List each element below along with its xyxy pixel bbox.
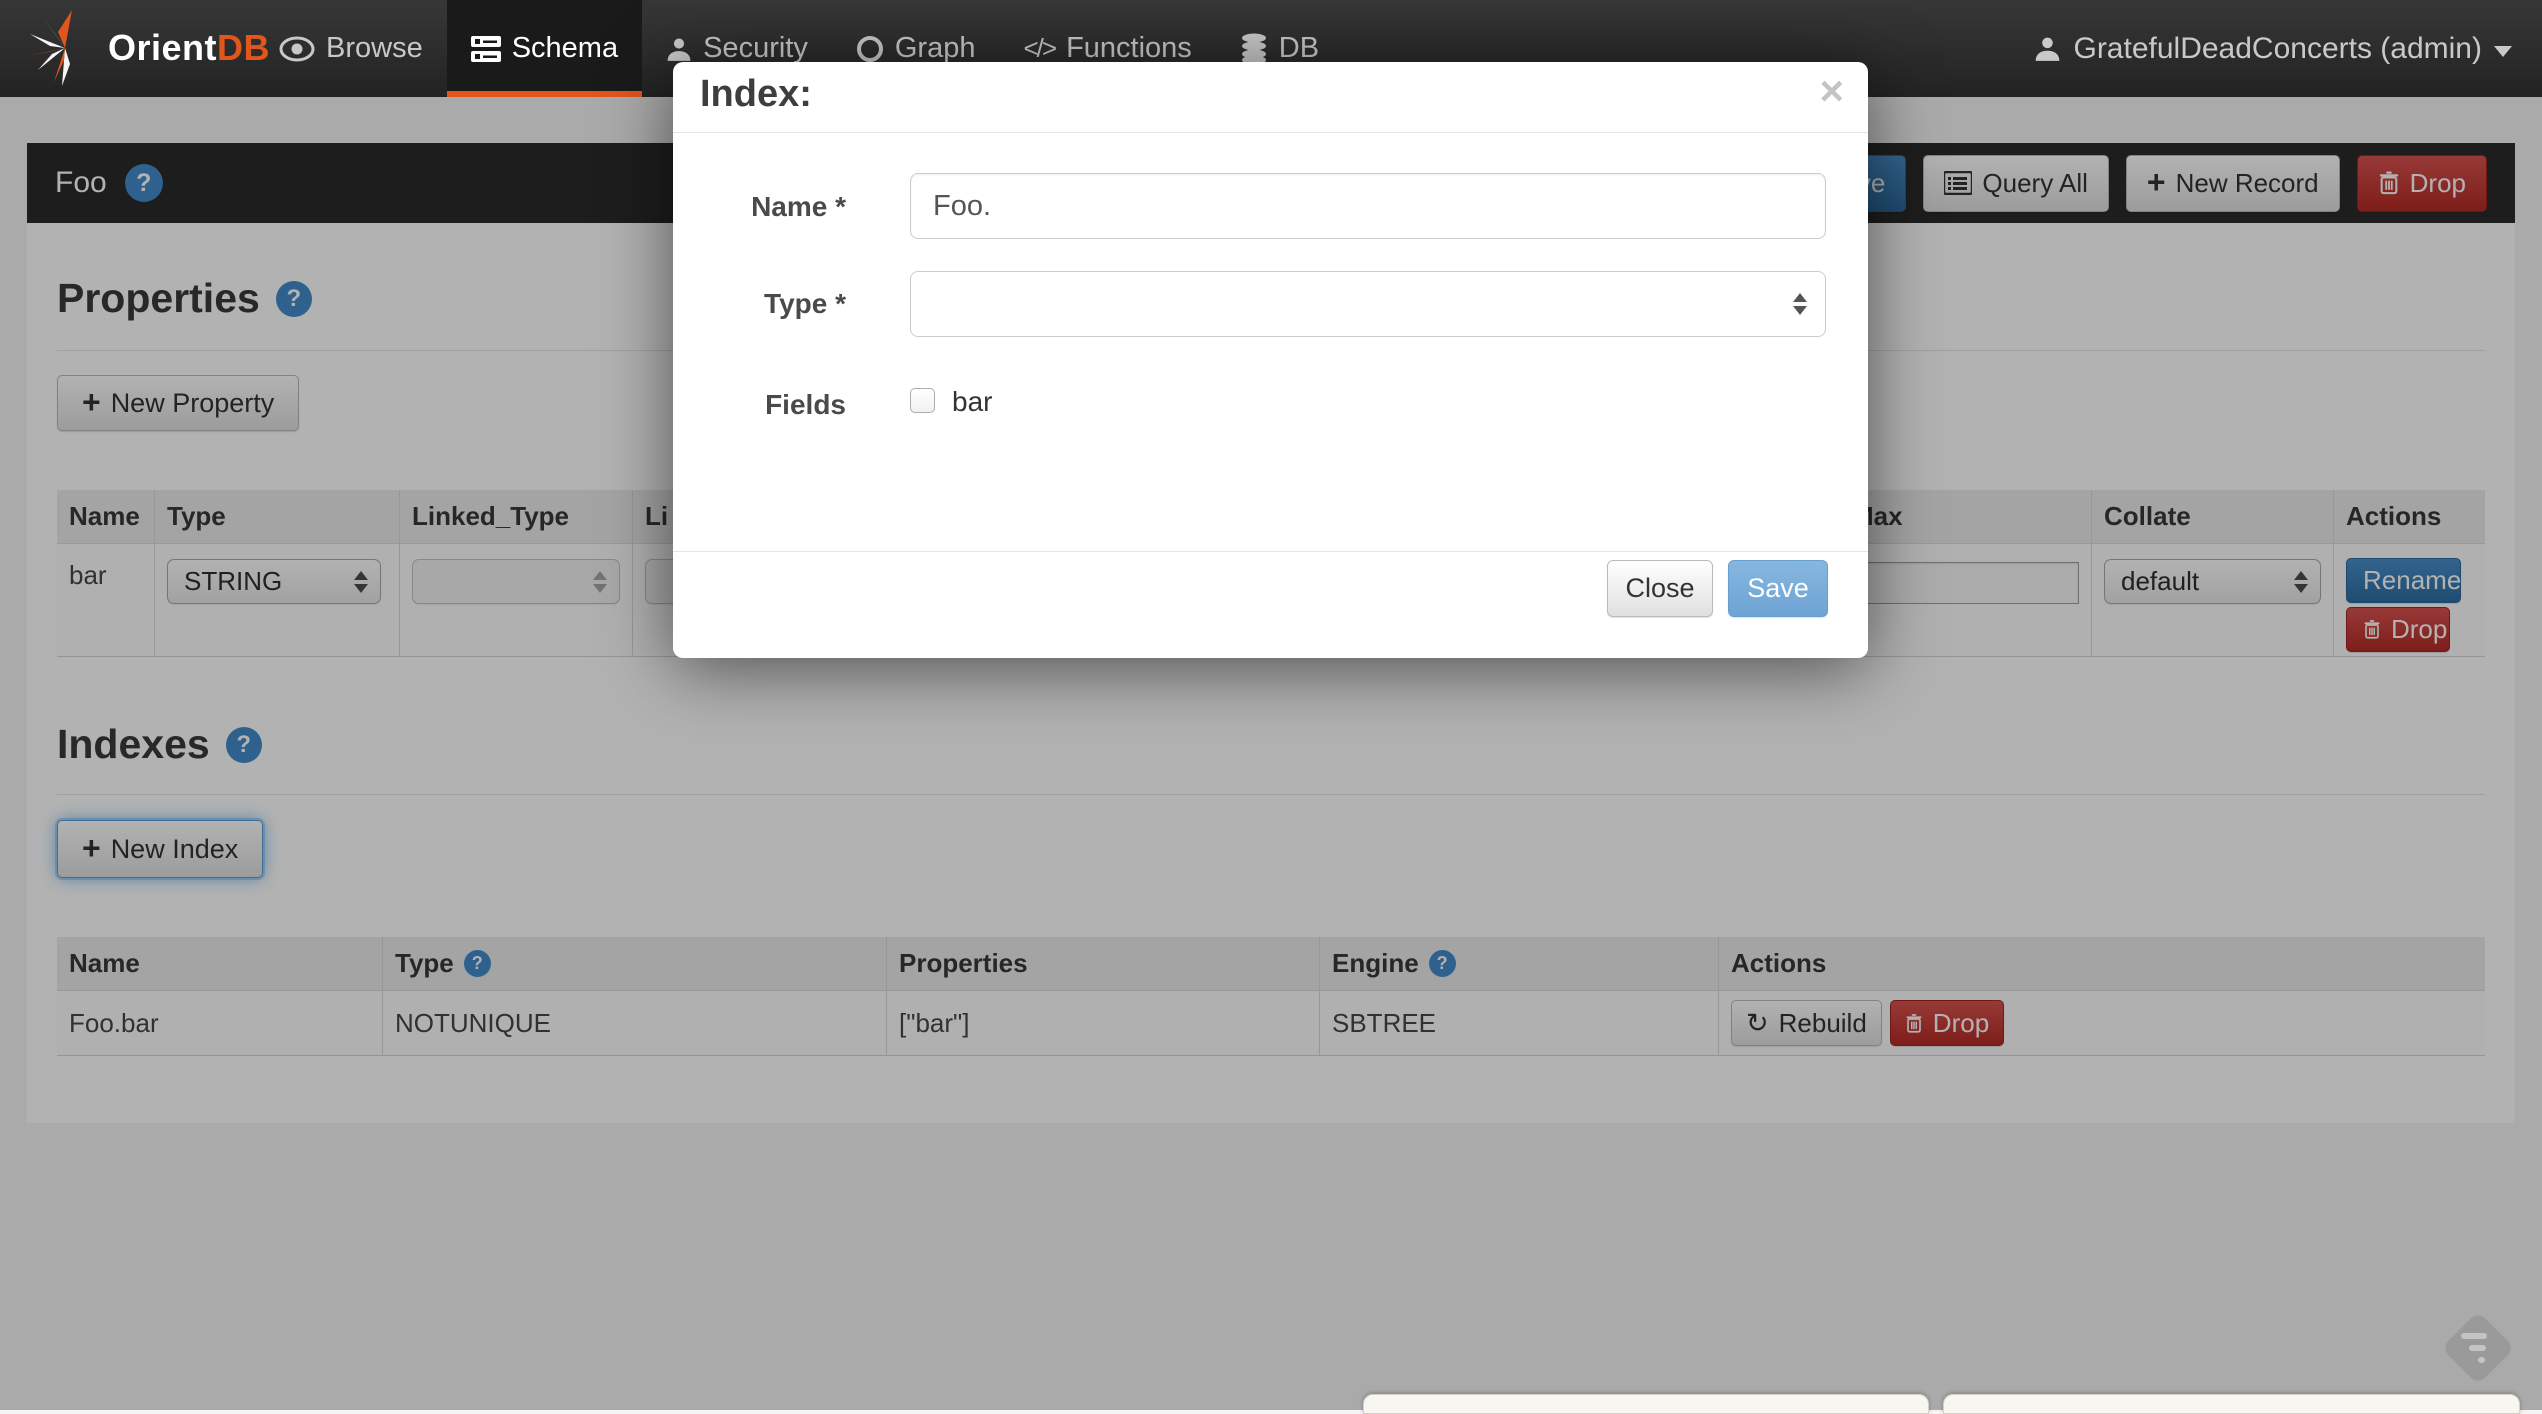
nav-label: Browse [326,32,423,65]
bottom-popup-edge [1363,1394,1929,1414]
name-label: Name * [673,191,846,223]
index-modal: Index: × Name * Type * Fields bar Close … [673,62,1868,658]
modal-close-button[interactable]: Close [1607,560,1713,617]
nav-item-browse[interactable]: Browse [255,0,447,97]
type-label: Type * [673,288,846,320]
chevron-down-icon [2494,46,2512,57]
modal-save-button[interactable]: Save [1728,560,1828,617]
nav-label: Functions [1066,32,1192,65]
feedback-widget-marks [2452,1322,2504,1374]
modal-footer-divider [673,551,1868,552]
index-name-input[interactable] [910,173,1826,239]
user-menu-label: GratefulDeadConcerts (admin) [2073,32,2482,66]
select-arrows-icon [1793,293,1807,315]
feedback-widget-icon[interactable] [2441,1311,2515,1385]
user-menu[interactable]: GratefulDeadConcerts (admin) [2034,0,2512,97]
nav-item-schema[interactable]: Schema [447,0,642,97]
code-icon: </> [1023,33,1055,64]
nav-label: Graph [895,32,976,65]
field-bar-label: bar [952,386,992,418]
bottom-popup-edge [1943,1394,2520,1414]
nav-label: Security [703,32,808,65]
ring-icon [856,35,884,63]
orientdb-star-icon [28,8,102,88]
eye-icon [279,36,315,62]
modal-header: Index: × [673,62,1868,133]
database-icon [1240,33,1268,65]
user-icon [666,35,692,63]
schema-icon [471,35,501,63]
nav-label: Schema [512,32,618,65]
field-bar-checkbox[interactable] [910,388,935,413]
close-icon[interactable]: × [1819,70,1844,112]
brand-name: OrientDB [108,27,270,69]
index-type-select[interactable] [910,271,1826,337]
nav-label: DB [1279,32,1319,65]
fields-label: Fields [673,389,846,421]
orientdb-logo[interactable]: OrientDB [28,8,270,88]
modal-title: Index: [700,73,812,116]
user-icon [2034,34,2061,63]
